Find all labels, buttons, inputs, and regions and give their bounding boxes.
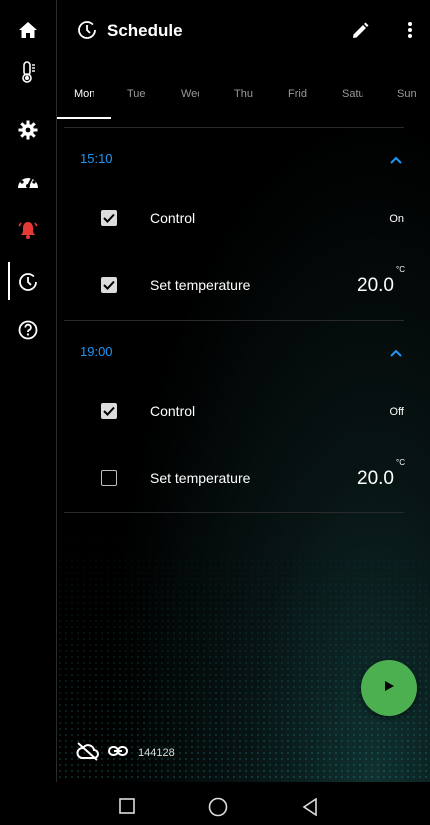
dashboard-icon[interactable]: [0, 160, 56, 200]
more-vert-icon[interactable]: [407, 21, 413, 44]
sidebar: [0, 0, 57, 782]
tab-thu[interactable]: Thu: [234, 88, 254, 100]
tab-wed[interactable]: Wed: [181, 88, 199, 100]
temperature-value[interactable]: 20.0: [357, 468, 394, 490]
day-tabs: Mon Tue Wed Thu Frid Satu Sun: [57, 76, 430, 124]
tab-tue[interactable]: Tue: [127, 88, 147, 100]
control-checkbox[interactable]: [101, 403, 117, 419]
system-nav-bar: [0, 782, 430, 825]
schedule-time[interactable]: 19:00: [80, 344, 113, 359]
play-icon: [383, 679, 395, 697]
triangle-back-icon[interactable]: [302, 797, 318, 821]
app-bar: Schedule: [57, 0, 430, 62]
schedule-time[interactable]: 15:10: [80, 151, 113, 166]
set-temperature-checkbox[interactable]: [101, 470, 117, 486]
control-label: Control: [150, 210, 196, 226]
page-title: Schedule: [107, 21, 183, 40]
chevron-up-icon[interactable]: [390, 151, 402, 169]
play-button[interactable]: [361, 660, 417, 716]
circle-icon[interactable]: [208, 797, 228, 822]
temperature-unit: °C: [396, 265, 405, 274]
temperature-unit: °C: [396, 458, 405, 467]
main-panel: Schedule Mon Tue Wed Thu Frid Satu Sun 1…: [57, 0, 430, 782]
connection-status: 144128: [76, 741, 175, 766]
settings-icon[interactable]: [0, 110, 56, 150]
schedule-icon: [77, 20, 97, 45]
alarm-icon[interactable]: [0, 210, 56, 250]
control-value[interactable]: On: [389, 213, 404, 225]
set-temperature-checkbox[interactable]: [101, 277, 117, 293]
divider: [64, 320, 404, 321]
device-id: 144128: [138, 747, 175, 759]
thermometer-icon[interactable]: [0, 52, 56, 92]
tab-fri[interactable]: Frid: [288, 88, 310, 100]
tab-indicator: [57, 117, 111, 119]
divider: [64, 127, 404, 128]
schedule-icon[interactable]: [0, 262, 56, 302]
temperature-value[interactable]: 20.0: [357, 275, 394, 297]
help-icon[interactable]: [0, 310, 56, 350]
control-checkbox[interactable]: [101, 210, 117, 226]
chevron-up-icon[interactable]: [390, 344, 402, 362]
tab-mon[interactable]: Mon: [74, 88, 94, 100]
cloud-off-icon: [76, 741, 100, 766]
tab-sun[interactable]: Sun: [397, 88, 416, 100]
control-label: Control: [150, 403, 196, 419]
edit-icon[interactable]: [351, 22, 369, 45]
control-value[interactable]: Off: [390, 406, 404, 418]
divider: [64, 512, 404, 513]
set-temperature-label: Set temperature: [150, 470, 251, 486]
home-icon[interactable]: [0, 10, 56, 50]
link-icon: [108, 744, 128, 762]
set-temperature-label: Set temperature: [150, 277, 251, 293]
square-icon[interactable]: [119, 798, 135, 819]
tab-sat[interactable]: Satu: [342, 88, 363, 100]
